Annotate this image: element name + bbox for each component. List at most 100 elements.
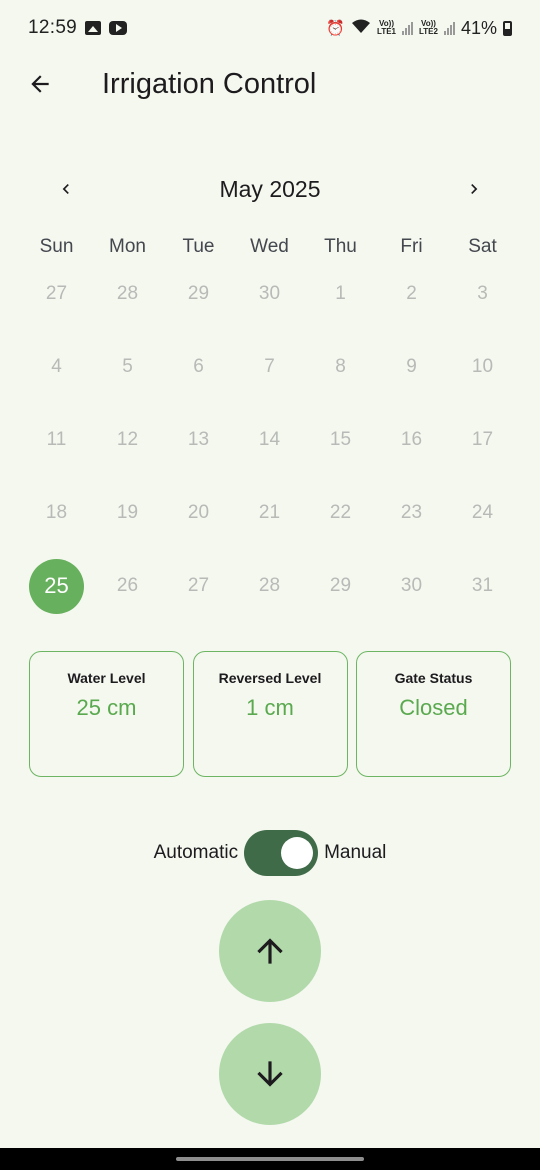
calendar-header: May 2025 <box>0 166 540 212</box>
calendar-day[interactable]: 14 <box>234 403 305 476</box>
calendar-day[interactable]: 13 <box>163 403 234 476</box>
day-number: 31 <box>471 575 494 597</box>
mode-switch[interactable] <box>244 830 319 876</box>
day-number: 11 <box>46 428 67 450</box>
lte2-indicator: Vo)) LTE2 <box>419 20 438 36</box>
calendar-day[interactable]: 15 <box>305 403 376 476</box>
app-bar: Irrigation Control <box>0 56 540 112</box>
calendar-day[interactable]: 30 <box>376 550 447 623</box>
mode-toggle-row: Automatic Manual <box>0 828 540 878</box>
calendar-day[interactable]: 11 <box>21 403 92 476</box>
calendar-day[interactable]: 30 <box>234 257 305 330</box>
weekday-header: Sun Mon Tue Wed Thu Fri Sat <box>21 236 518 258</box>
day-number: 28 <box>116 282 139 304</box>
next-month-button[interactable] <box>452 166 496 212</box>
calendar-week: 25 26 27 28 29 30 31 <box>21 550 518 623</box>
day-number: 22 <box>329 502 352 524</box>
lower-gate-button[interactable] <box>219 1023 321 1125</box>
status-time: 12:59 <box>28 17 78 38</box>
page-title: Irrigation Control <box>102 67 317 100</box>
calendar-day[interactable]: 20 <box>163 477 234 550</box>
battery-percent: 41% <box>460 17 497 38</box>
day-number: 4 <box>51 355 62 377</box>
back-button[interactable] <box>0 56 80 112</box>
calendar-day[interactable]: 27 <box>21 257 92 330</box>
switch-thumb <box>281 837 314 869</box>
card-value: Closed <box>399 695 468 720</box>
card-value: 1 cm <box>246 695 294 720</box>
wifi-icon <box>351 18 371 38</box>
lte2-label: LTE2 <box>419 27 438 36</box>
arrow-up-icon <box>257 938 283 964</box>
calendar-day[interactable]: 29 <box>163 257 234 330</box>
youtube-icon <box>109 21 128 35</box>
day-number: 6 <box>193 355 204 377</box>
calendar-day[interactable]: 12 <box>92 403 163 476</box>
status-right: ⏰ Vo)) LTE1 Vo)) LTE2 41% <box>326 18 512 39</box>
day-number: 28 <box>258 575 281 597</box>
manual-label: Manual <box>324 842 387 863</box>
day-number: 18 <box>45 502 68 524</box>
status-cards: Water Level 25 cm Reversed Level 1 cm Ga… <box>29 651 511 777</box>
calendar-day[interactable]: 6 <box>163 330 234 403</box>
weekday-label: Tue <box>182 236 215 257</box>
calendar-day[interactable]: 1 <box>305 257 376 330</box>
weekday-label: Sun <box>39 236 74 257</box>
selected-day-number: 25 <box>29 558 84 614</box>
lte1-indicator: Vo)) LTE1 <box>377 20 396 36</box>
weekday-label: Mon <box>109 236 146 257</box>
calendar-day[interactable]: 26 <box>92 550 163 623</box>
calendar-day-selected[interactable]: 25 <box>21 550 92 623</box>
day-number: 10 <box>471 355 494 377</box>
weekday-label: Thu <box>324 236 357 257</box>
calendar-day[interactable]: 7 <box>234 330 305 403</box>
calendar-day[interactable]: 29 <box>305 550 376 623</box>
weekday-label: Fri <box>400 236 423 257</box>
calendar-day[interactable]: 17 <box>447 403 518 476</box>
calendar-week: 4 5 6 7 8 9 10 <box>21 330 518 403</box>
day-number: 13 <box>187 428 210 450</box>
calendar-day[interactable]: 19 <box>92 477 163 550</box>
calendar-day[interactable]: 28 <box>234 550 305 623</box>
day-number: 7 <box>264 355 275 377</box>
weekday-label: Sat <box>468 236 497 257</box>
day-number: 29 <box>187 282 210 304</box>
lte1-label: LTE1 <box>377 27 396 36</box>
raise-gate-button[interactable] <box>219 900 321 1002</box>
arrow-left-icon <box>31 75 49 93</box>
chevron-right-icon <box>471 184 478 194</box>
calendar-day[interactable]: 3 <box>447 257 518 330</box>
day-number: 19 <box>116 502 139 524</box>
calendar-day[interactable]: 10 <box>447 330 518 403</box>
card-title: Gate Status <box>394 670 473 686</box>
calendar-day[interactable]: 27 <box>163 550 234 623</box>
day-number: 2 <box>406 282 417 304</box>
calendar-day[interactable]: 31 <box>447 550 518 623</box>
day-number: 8 <box>335 355 346 377</box>
calendar-day[interactable]: 24 <box>447 477 518 550</box>
calendar-week: 18 19 20 21 22 23 24 <box>21 477 518 550</box>
signal-icon <box>402 21 413 35</box>
calendar-day[interactable]: 2 <box>376 257 447 330</box>
calendar-day[interactable]: 21 <box>234 477 305 550</box>
calendar-day[interactable]: 5 <box>92 330 163 403</box>
system-nav-bar <box>0 1148 540 1170</box>
alarm-icon: ⏰ <box>326 20 346 37</box>
home-gesture-pill[interactable] <box>176 1157 364 1161</box>
signal-icon-2 <box>443 21 455 35</box>
day-number: 20 <box>187 502 210 524</box>
calendar-day[interactable]: 18 <box>21 477 92 550</box>
day-number: 14 <box>258 428 281 450</box>
automatic-label: Automatic <box>153 842 239 863</box>
calendar-day[interactable]: 23 <box>376 477 447 550</box>
calendar-day[interactable]: 9 <box>376 330 447 403</box>
day-number: 23 <box>400 502 423 524</box>
calendar-day[interactable]: 4 <box>21 330 92 403</box>
calendar-day[interactable]: 28 <box>92 257 163 330</box>
status-left: 12:59 <box>28 17 128 39</box>
calendar-day[interactable]: 16 <box>376 403 447 476</box>
gallery-icon <box>85 21 102 35</box>
calendar-day[interactable]: 8 <box>305 330 376 403</box>
day-number: 12 <box>116 428 139 450</box>
calendar-day[interactable]: 22 <box>305 477 376 550</box>
